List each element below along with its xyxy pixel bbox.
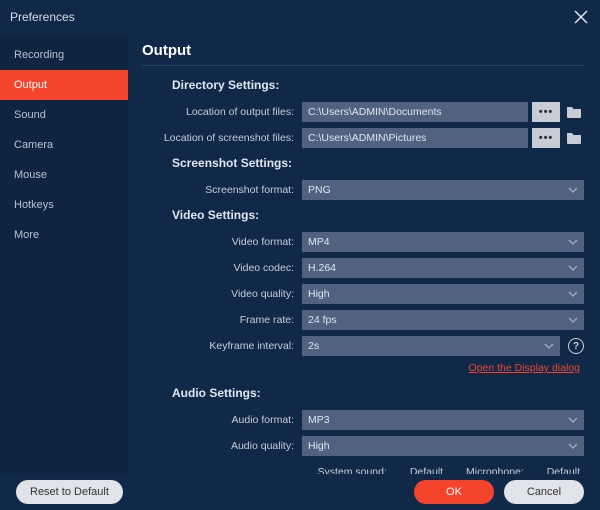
screenshot-browse-button[interactable]: ••• [532, 128, 560, 148]
page-title: Output [142, 42, 584, 66]
framerate-label: Frame rate: [142, 314, 302, 326]
video-codec-select[interactable]: H.264 [302, 258, 584, 278]
audio-format-value: MP3 [308, 414, 330, 426]
sidebar-item-mouse[interactable]: Mouse [0, 160, 128, 190]
output-location-input[interactable] [302, 102, 528, 122]
screenshot-location-input[interactable] [302, 128, 528, 148]
output-location-label: Location of output files: [142, 106, 302, 118]
keyframe-select[interactable]: 2s [302, 336, 560, 356]
system-sound-value: Default [410, 466, 443, 474]
keyframe-label: Keyframe interval: [142, 340, 302, 352]
keyframe-help-button[interactable]: ? [568, 338, 584, 354]
sidebar: Recording Output Sound Camera Mouse Hotk… [0, 34, 128, 474]
chevron-down-icon [568, 263, 578, 273]
content-panel: Output Directory Settings: Location of o… [128, 34, 600, 474]
keyframe-value: 2s [308, 340, 319, 352]
framerate-value: 24 fps [308, 314, 337, 326]
screenshot-format-select[interactable]: PNG [302, 180, 584, 200]
output-open-folder-button[interactable] [564, 102, 584, 122]
cancel-button[interactable]: Cancel [504, 480, 584, 504]
window-header: Preferences [0, 0, 600, 34]
chevron-down-icon [544, 341, 554, 351]
screenshot-open-folder-button[interactable] [564, 128, 584, 148]
video-quality-value: High [308, 288, 330, 300]
sidebar-item-recording[interactable]: Recording [0, 40, 128, 70]
video-format-value: MP4 [308, 236, 330, 248]
section-title-screenshot: Screenshot Settings: [172, 156, 584, 170]
section-title-video: Video Settings: [172, 208, 584, 222]
close-icon [573, 9, 589, 25]
chevron-down-icon [568, 289, 578, 299]
screenshot-format-label: Screenshot format: [142, 184, 302, 196]
video-quality-label: Video quality: [142, 288, 302, 300]
chevron-down-icon [568, 415, 578, 425]
audio-quality-select[interactable]: High [302, 436, 584, 456]
audio-quality-label: Audio quality: [142, 440, 302, 452]
sidebar-item-camera[interactable]: Camera [0, 130, 128, 160]
section-title-directory: Directory Settings: [172, 78, 584, 92]
folder-icon [566, 105, 582, 119]
chevron-down-icon [568, 237, 578, 247]
sidebar-item-more[interactable]: More [0, 220, 128, 250]
footer: Reset to Default OK Cancel [0, 474, 600, 510]
system-sound-label: System sound: [317, 466, 386, 474]
section-title-audio: Audio Settings: [172, 386, 584, 400]
screenshot-location-label: Location of screenshot files: [142, 132, 302, 144]
microphone-label: Microphone: [466, 466, 524, 474]
framerate-select[interactable]: 24 fps [302, 310, 584, 330]
chevron-down-icon [568, 315, 578, 325]
reset-button[interactable]: Reset to Default [16, 480, 123, 504]
video-codec-value: H.264 [308, 262, 336, 274]
audio-quality-value: High [308, 440, 330, 452]
screenshot-format-value: PNG [308, 184, 331, 196]
sidebar-item-sound[interactable]: Sound [0, 100, 128, 130]
video-format-select[interactable]: MP4 [302, 232, 584, 252]
chevron-down-icon [568, 185, 578, 195]
close-button[interactable] [570, 6, 592, 28]
audio-format-label: Audio format: [142, 414, 302, 426]
folder-icon [566, 131, 582, 145]
video-codec-label: Video codec: [142, 262, 302, 274]
microphone-value: Default [547, 466, 580, 474]
display-dialog-link[interactable]: Open the Display dialog [469, 362, 581, 374]
ok-button[interactable]: OK [414, 480, 494, 504]
window-title: Preferences [10, 10, 75, 24]
help-icon: ? [573, 341, 579, 352]
audio-format-select[interactable]: MP3 [302, 410, 584, 430]
video-quality-select[interactable]: High [302, 284, 584, 304]
sidebar-item-hotkeys[interactable]: Hotkeys [0, 190, 128, 220]
video-format-label: Video format: [142, 236, 302, 248]
sidebar-item-output[interactable]: Output [0, 70, 128, 100]
output-browse-button[interactable]: ••• [532, 102, 560, 122]
audio-info-row: System sound: Default Microphone: Defaul… [142, 466, 584, 474]
chevron-down-icon [568, 441, 578, 451]
